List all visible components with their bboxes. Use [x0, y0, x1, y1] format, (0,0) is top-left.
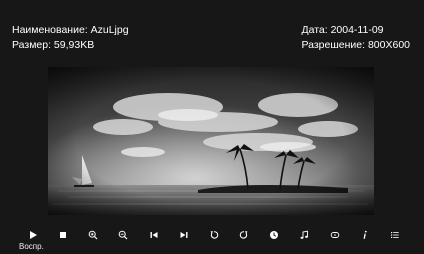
- zoom-in-icon: [89, 230, 98, 240]
- previous-button[interactable]: [145, 227, 163, 243]
- clock-icon: [270, 231, 279, 239]
- zoom-in-button[interactable]: [84, 227, 102, 243]
- skip-previous-icon: [150, 232, 158, 238]
- info-icon: [363, 230, 367, 239]
- music-button[interactable]: [295, 227, 313, 243]
- music-note-icon: [301, 230, 309, 239]
- file-info-right: Дата: 2004-11-09 Разрешение: 800X600: [301, 23, 410, 53]
- image-viewer-screen: Наименование: AzuLjpg Размер: 59,93KB Да…: [0, 0, 424, 254]
- playback-toolbar: [24, 226, 404, 244]
- next-button[interactable]: [175, 227, 193, 243]
- rotate-left-button[interactable]: [205, 227, 223, 243]
- play-button-caption: Воспр.: [19, 242, 44, 251]
- zoom-out-icon: [119, 230, 128, 240]
- rotate-left-icon: [210, 231, 219, 239]
- skip-next-icon: [180, 232, 188, 238]
- play-icon: [30, 231, 37, 239]
- slideshow-timer-button[interactable]: [265, 227, 283, 243]
- file-name-label: Наименование: AzuLjpg: [12, 24, 129, 36]
- zoom-out-button[interactable]: [114, 227, 132, 243]
- playlist-button[interactable]: [386, 227, 404, 243]
- stop-icon: [60, 232, 67, 238]
- rotate-right-icon: [239, 231, 248, 239]
- file-info-left: Наименование: AzuLjpg Размер: 59,93KB: [12, 23, 129, 53]
- photo-image: [48, 67, 374, 215]
- info-button[interactable]: [356, 227, 374, 243]
- repeat-button[interactable]: [326, 227, 344, 243]
- play-button[interactable]: [24, 227, 42, 243]
- rotate-right-button[interactable]: [235, 227, 253, 243]
- file-resolution-label: Разрешение: 800X600: [301, 39, 410, 51]
- photo-preview: [48, 67, 374, 215]
- list-icon: [390, 232, 399, 238]
- file-size-label: Размер: 59,93KB: [12, 39, 95, 51]
- stop-button[interactable]: [54, 227, 72, 243]
- file-date-label: Дата: 2004-11-09: [301, 24, 384, 36]
- repeat-icon: [330, 232, 339, 238]
